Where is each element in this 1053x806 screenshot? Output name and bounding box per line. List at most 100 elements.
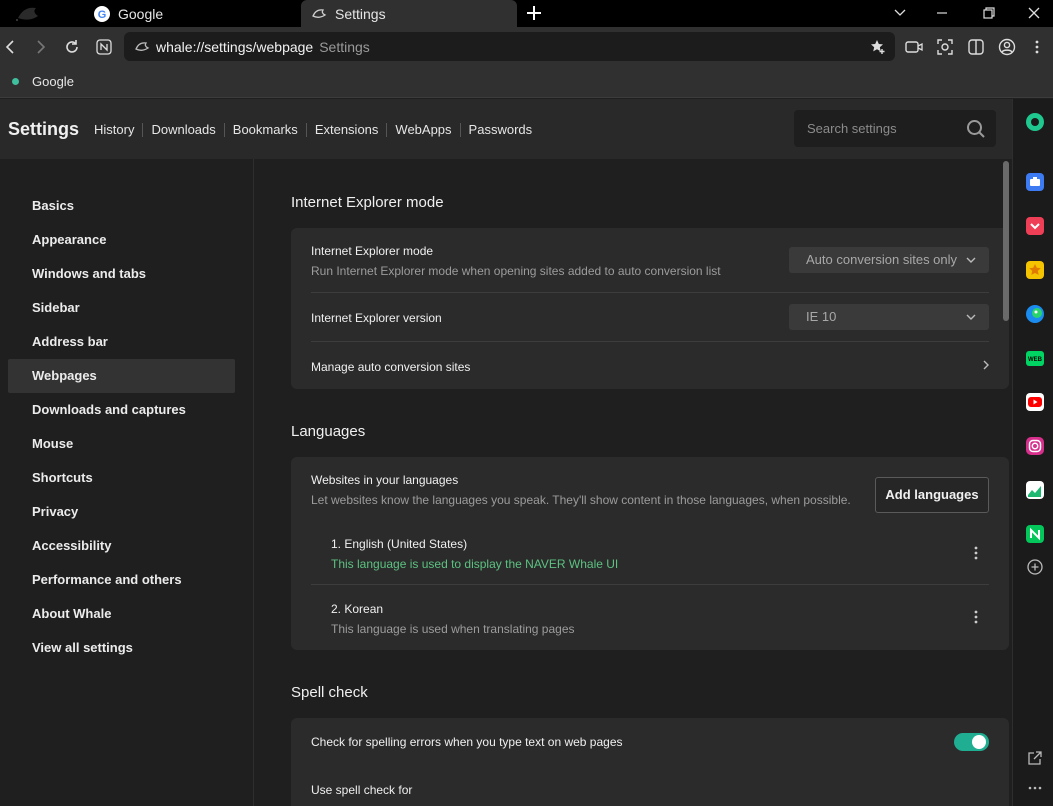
stock-icon[interactable] [1025, 480, 1045, 500]
spell-check-card: Check for spelling errors when you type … [291, 718, 1009, 806]
sidebar-item-sidebar[interactable]: Sidebar [8, 291, 235, 325]
sidebar-item-performance[interactable]: Performance and others [8, 563, 235, 597]
languages-description: Let websites know the languages you spea… [311, 493, 851, 507]
sidebar-item-windows-and-tabs[interactable]: Windows and tabs [8, 257, 235, 291]
tab-list-icon[interactable] [891, 4, 909, 22]
tab-google[interactable]: G Google [84, 0, 300, 27]
whale-icon [135, 41, 150, 51]
star-icon[interactable] [1025, 260, 1045, 280]
youtube-icon[interactable] [1025, 392, 1045, 412]
svg-text:G: G [98, 9, 107, 21]
page-title: Settings [8, 119, 80, 139]
search-icon[interactable] [966, 119, 986, 139]
nav-downloads[interactable]: Downloads [151, 122, 215, 137]
sidebar-item-privacy[interactable]: Privacy [8, 495, 235, 529]
back-icon[interactable] [0, 37, 20, 57]
scrollbar-thumb[interactable] [1003, 161, 1009, 321]
language-name: 2. Korean [331, 602, 384, 616]
nav-history[interactable]: History [94, 122, 134, 137]
webtoon-icon[interactable]: WEB [1025, 348, 1045, 368]
more-options-icon[interactable] [973, 609, 979, 625]
nav-passwords[interactable]: Passwords [469, 122, 533, 137]
ie-version-select[interactable]: IE 10 [789, 304, 989, 330]
nav-separator [386, 123, 388, 137]
search-input[interactable] [794, 110, 954, 147]
profile-icon[interactable] [997, 37, 1017, 57]
nav-separator [223, 123, 225, 137]
sidebar-item-mouse[interactable]: Mouse [8, 427, 235, 461]
settings-header: Settings History Downloads Bookmarks Ext… [0, 99, 1012, 159]
ie-version-select-value: IE 10 [806, 309, 837, 324]
ie-version-label: Internet Explorer version [311, 311, 442, 325]
nav-extensions[interactable]: Extensions [315, 122, 379, 137]
sidebar-item-shortcuts[interactable]: Shortcuts [8, 461, 235, 495]
sidebar-item-address-bar[interactable]: Address bar [8, 325, 235, 359]
naver-icon[interactable] [1025, 524, 1045, 544]
capture-icon[interactable] [904, 37, 924, 57]
sidebar-item-accessibility[interactable]: Accessibility [8, 529, 235, 563]
nav-separator [305, 123, 307, 137]
nav-bookmarks[interactable]: Bookmarks [233, 122, 298, 137]
close-icon[interactable] [1025, 4, 1043, 22]
address-url: whale://settings/webpage [156, 38, 314, 55]
address-bar[interactable]: whale://settings/webpage Settings [124, 32, 895, 61]
sidebar-item-webpages[interactable]: Webpages [8, 359, 235, 393]
more-icon[interactable] [1025, 778, 1045, 798]
naver-icon[interactable] [94, 37, 114, 57]
sidebar-item-about-whale[interactable]: About Whale [8, 597, 235, 631]
bookmarks-bar: Google [0, 67, 1053, 98]
new-tab-icon[interactable] [524, 3, 544, 23]
external-link-icon[interactable] [1025, 748, 1045, 768]
google-icon: G [94, 5, 110, 22]
languages-label: Websites in your languages [311, 473, 459, 487]
ie-mode-description: Run Internet Explorer mode when opening … [311, 264, 721, 278]
more-options-icon[interactable] [973, 545, 979, 561]
toolbar: whale://settings/webpage Settings [0, 27, 1053, 67]
pocket-icon[interactable] [1025, 216, 1045, 236]
sidebar-item-appearance[interactable]: Appearance [8, 223, 235, 257]
sidebar-item-basics[interactable]: Basics [8, 189, 235, 223]
bookmark-google[interactable]: Google [12, 74, 74, 89]
bookmark-star-icon[interactable] [869, 38, 887, 56]
settings-top-nav: History Downloads Bookmarks Extensions W… [94, 122, 532, 137]
chevron-right-icon[interactable] [980, 359, 992, 371]
whale-space-icon[interactable] [1025, 112, 1045, 132]
ie-mode-select[interactable]: Auto conversion sites only [789, 247, 989, 273]
whale-icon [311, 6, 327, 22]
chevron-down-icon [966, 257, 976, 263]
restore-icon[interactable] [980, 4, 998, 22]
ie-mode-select-value: Auto conversion sites only [806, 252, 958, 267]
ie-mode-label: Internet Explorer mode [311, 244, 434, 258]
language-name: 1. English (United States) [331, 537, 468, 551]
chevron-down-icon [966, 314, 976, 320]
instagram-icon[interactable] [1025, 436, 1045, 456]
menu-icon[interactable] [1027, 37, 1047, 57]
settings-content: Internet Explorer mode Internet Explorer… [255, 159, 1012, 806]
briefcase-icon[interactable] [1025, 172, 1045, 192]
nav-webapps[interactable]: WebApps [395, 122, 451, 137]
add-languages-button[interactable]: Add languages [875, 477, 989, 513]
spell-check-toggle[interactable] [954, 733, 989, 751]
toggle-knob [972, 735, 986, 749]
screenshot-icon[interactable] [935, 37, 955, 57]
section-title-spell-check: Spell check [291, 684, 368, 701]
settings-sidebar: Basics Appearance Windows and tabs Sideb… [0, 159, 254, 806]
side-panel: WEB [1012, 99, 1053, 806]
svg-text:WEB: WEB [1028, 357, 1043, 363]
add-icon[interactable] [1025, 557, 1045, 577]
section-title-ie-mode: Internet Explorer mode [291, 194, 444, 211]
papago-icon[interactable] [1025, 304, 1045, 324]
bookmark-dot-icon [12, 78, 19, 85]
nav-separator [142, 123, 144, 137]
tab-settings[interactable]: Settings [301, 0, 517, 27]
manage-auto-conversion-link[interactable]: Manage auto conversion sites [311, 360, 470, 374]
sidebar-item-view-all[interactable]: View all settings [8, 631, 235, 665]
spell-check-label: Check for spelling errors when you type … [311, 735, 623, 749]
whale-logo-icon [16, 7, 38, 21]
reload-icon[interactable] [62, 37, 82, 57]
minimize-icon[interactable] [933, 4, 951, 22]
sidebar-item-downloads-and-captures[interactable]: Downloads and captures [8, 393, 235, 427]
split-view-icon[interactable] [966, 37, 986, 57]
divider [311, 584, 989, 585]
forward-icon[interactable] [31, 37, 51, 57]
